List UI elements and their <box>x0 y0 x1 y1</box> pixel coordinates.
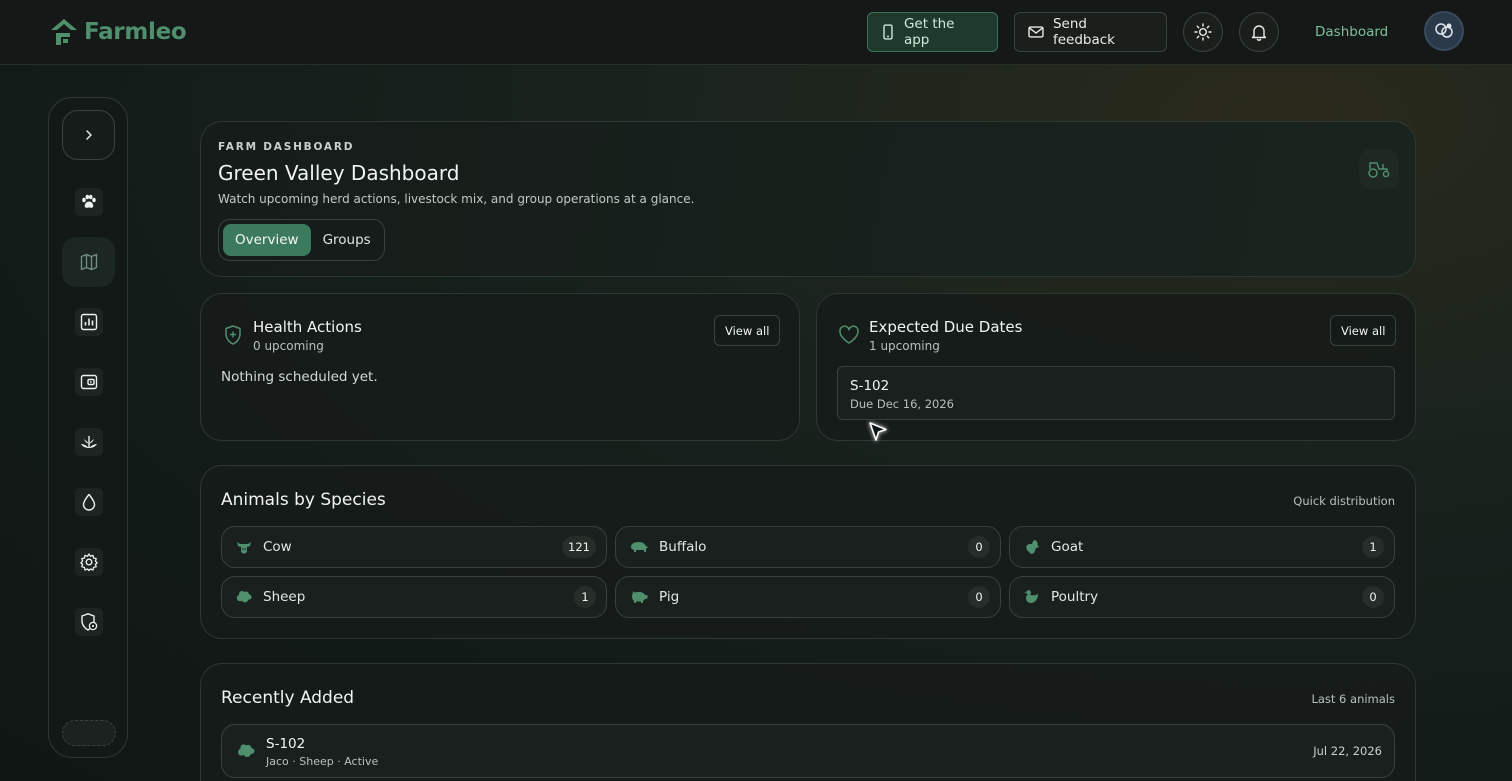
sidebar-toggle-button[interactable] <box>62 110 115 160</box>
recent-card: Recently Added Last 6 animals S-102 Jaco… <box>200 663 1416 781</box>
tab-groups[interactable]: Groups <box>311 224 383 256</box>
sidebar-item-crops[interactable] <box>62 417 115 467</box>
species-count: 0 <box>968 536 990 558</box>
top-bar: Farmleo Get the app Send feedback Dashbo… <box>0 0 1512 65</box>
sidebar-item-finance[interactable] <box>62 357 115 407</box>
species-meta: Quick distribution <box>1293 494 1395 508</box>
sheep-icon <box>238 744 255 757</box>
health-view-all-button[interactable]: View all <box>714 315 781 346</box>
wallet-icon <box>80 374 97 390</box>
shield-settings-icon <box>80 613 97 631</box>
species-name: Sheep <box>263 589 306 605</box>
species-item-pig[interactable]: Pig 0 <box>615 576 1001 618</box>
map-icon <box>80 253 97 271</box>
dashboard-hero-card: FARM DASHBOARD Green Valley Dashboard Wa… <box>200 121 1416 277</box>
sidebar-item-water[interactable] <box>62 477 115 527</box>
due-date-text: Due Dec 16, 2026 <box>850 397 954 411</box>
species-title: Animals by Species <box>221 490 386 510</box>
sidebar-item-reports[interactable] <box>62 297 115 347</box>
recent-animal-row[interactable]: S-102 Jaco · Sheep · Active Jul 22, 2026 <box>221 724 1395 778</box>
droplet-icon <box>82 493 95 511</box>
due-animal-id: S-102 <box>850 378 890 394</box>
health-actions-count: 0 upcoming <box>253 339 324 353</box>
species-count: 0 <box>968 586 990 608</box>
sidebar-item-map[interactable] <box>62 237 115 287</box>
due-view-all-button[interactable]: View all <box>1330 315 1397 346</box>
due-dates-count: 1 upcoming <box>869 339 940 353</box>
notifications-button[interactable] <box>1239 12 1279 52</box>
species-count: 1 <box>574 586 596 608</box>
recent-animal-date: Jul 22, 2026 <box>1313 744 1382 758</box>
health-empty-state: Nothing scheduled yet. <box>221 369 378 385</box>
health-actions-title: Health Actions <box>253 318 362 336</box>
get-app-label: Get the app <box>903 16 955 48</box>
farmleo-logo-icon <box>51 19 77 45</box>
theme-toggle-button[interactable] <box>1183 12 1223 52</box>
species-item-goat[interactable]: Goat 1 <box>1009 526 1395 568</box>
send-feedback-button[interactable]: Send feedback <box>1014 12 1167 52</box>
species-count: 1 <box>1362 536 1384 558</box>
phone-icon <box>883 24 893 40</box>
sidebar-footer-pill[interactable] <box>62 720 116 746</box>
recent-animal-id: S-102 <box>266 736 306 752</box>
species-name: Cow <box>263 539 292 555</box>
get-app-button[interactable]: Get the app <box>867 12 998 52</box>
tractor-icon <box>1368 162 1390 178</box>
user-avatar[interactable] <box>1424 11 1464 51</box>
species-count: 121 <box>562 536 596 558</box>
tab-overview[interactable]: Overview <box>223 224 311 256</box>
heart-icon <box>839 325 859 344</box>
goat-icon <box>1026 540 1039 554</box>
species-item-sheep[interactable]: Sheep 1 <box>221 576 607 618</box>
species-name: Pig <box>659 589 680 605</box>
species-count: 0 <box>1362 586 1384 608</box>
species-name: Goat <box>1051 539 1084 555</box>
avatar-figure-icon <box>1435 23 1453 38</box>
hero-eyebrow: FARM DASHBOARD <box>218 141 355 153</box>
sun-icon <box>1194 23 1212 41</box>
paw-icon <box>81 194 96 208</box>
species-name: Buffalo <box>659 539 707 555</box>
tractor-badge <box>1359 149 1399 189</box>
sidebar-item-animals[interactable] <box>62 177 115 227</box>
pig-icon <box>632 591 648 603</box>
mouse-cursor-icon <box>869 422 887 441</box>
sprout-icon <box>80 436 97 449</box>
page-title: Green Valley Dashboard <box>218 161 460 185</box>
bell-icon <box>1251 25 1267 41</box>
due-dates-card: Expected Due Dates 1 upcoming View all S… <box>816 293 1416 441</box>
recent-meta: Last 6 animals <box>1311 692 1395 706</box>
buffalo-icon <box>631 542 648 552</box>
shield-plus-icon <box>225 325 241 345</box>
sheep-icon <box>236 591 252 603</box>
view-tabs: Overview Groups <box>218 219 385 261</box>
sidebar-item-security[interactable] <box>62 597 115 647</box>
mail-icon <box>1028 26 1044 38</box>
species-card: Animals by Species Quick distribution Co… <box>200 465 1416 639</box>
species-grid: Cow 121 Buffalo 0 Goat 1 Sheep 1 Pig 0 P… <box>221 526 1395 618</box>
poultry-icon <box>1024 590 1038 603</box>
chevron-right-icon <box>85 130 92 140</box>
recent-title: Recently Added <box>221 688 355 708</box>
sidebar-item-settings[interactable] <box>62 537 115 587</box>
species-item-poultry[interactable]: Poultry 0 <box>1009 576 1395 618</box>
health-actions-card: Health Actions 0 upcoming View all Nothi… <box>200 293 800 441</box>
logo[interactable]: Farmleo <box>48 16 187 48</box>
cow-icon <box>237 542 251 554</box>
dashboard-link[interactable]: Dashboard <box>1315 24 1388 40</box>
due-date-item[interactable]: S-102 Due Dec 16, 2026 <box>837 366 1395 420</box>
due-dates-title: Expected Due Dates <box>869 318 1023 336</box>
chart-icon <box>80 313 97 331</box>
species-item-buffalo[interactable]: Buffalo 0 <box>615 526 1001 568</box>
species-name: Poultry <box>1051 589 1099 605</box>
species-item-cow[interactable]: Cow 121 <box>221 526 607 568</box>
recent-animal-meta: Jaco · Sheep · Active <box>266 755 379 768</box>
sidebar <box>48 97 128 758</box>
page-subtitle: Watch upcoming herd actions, livestock m… <box>218 192 695 206</box>
brand-name: Farmleo <box>84 19 187 45</box>
send-feedback-label: Send feedback <box>1052 16 1115 48</box>
gear-icon <box>79 553 98 572</box>
